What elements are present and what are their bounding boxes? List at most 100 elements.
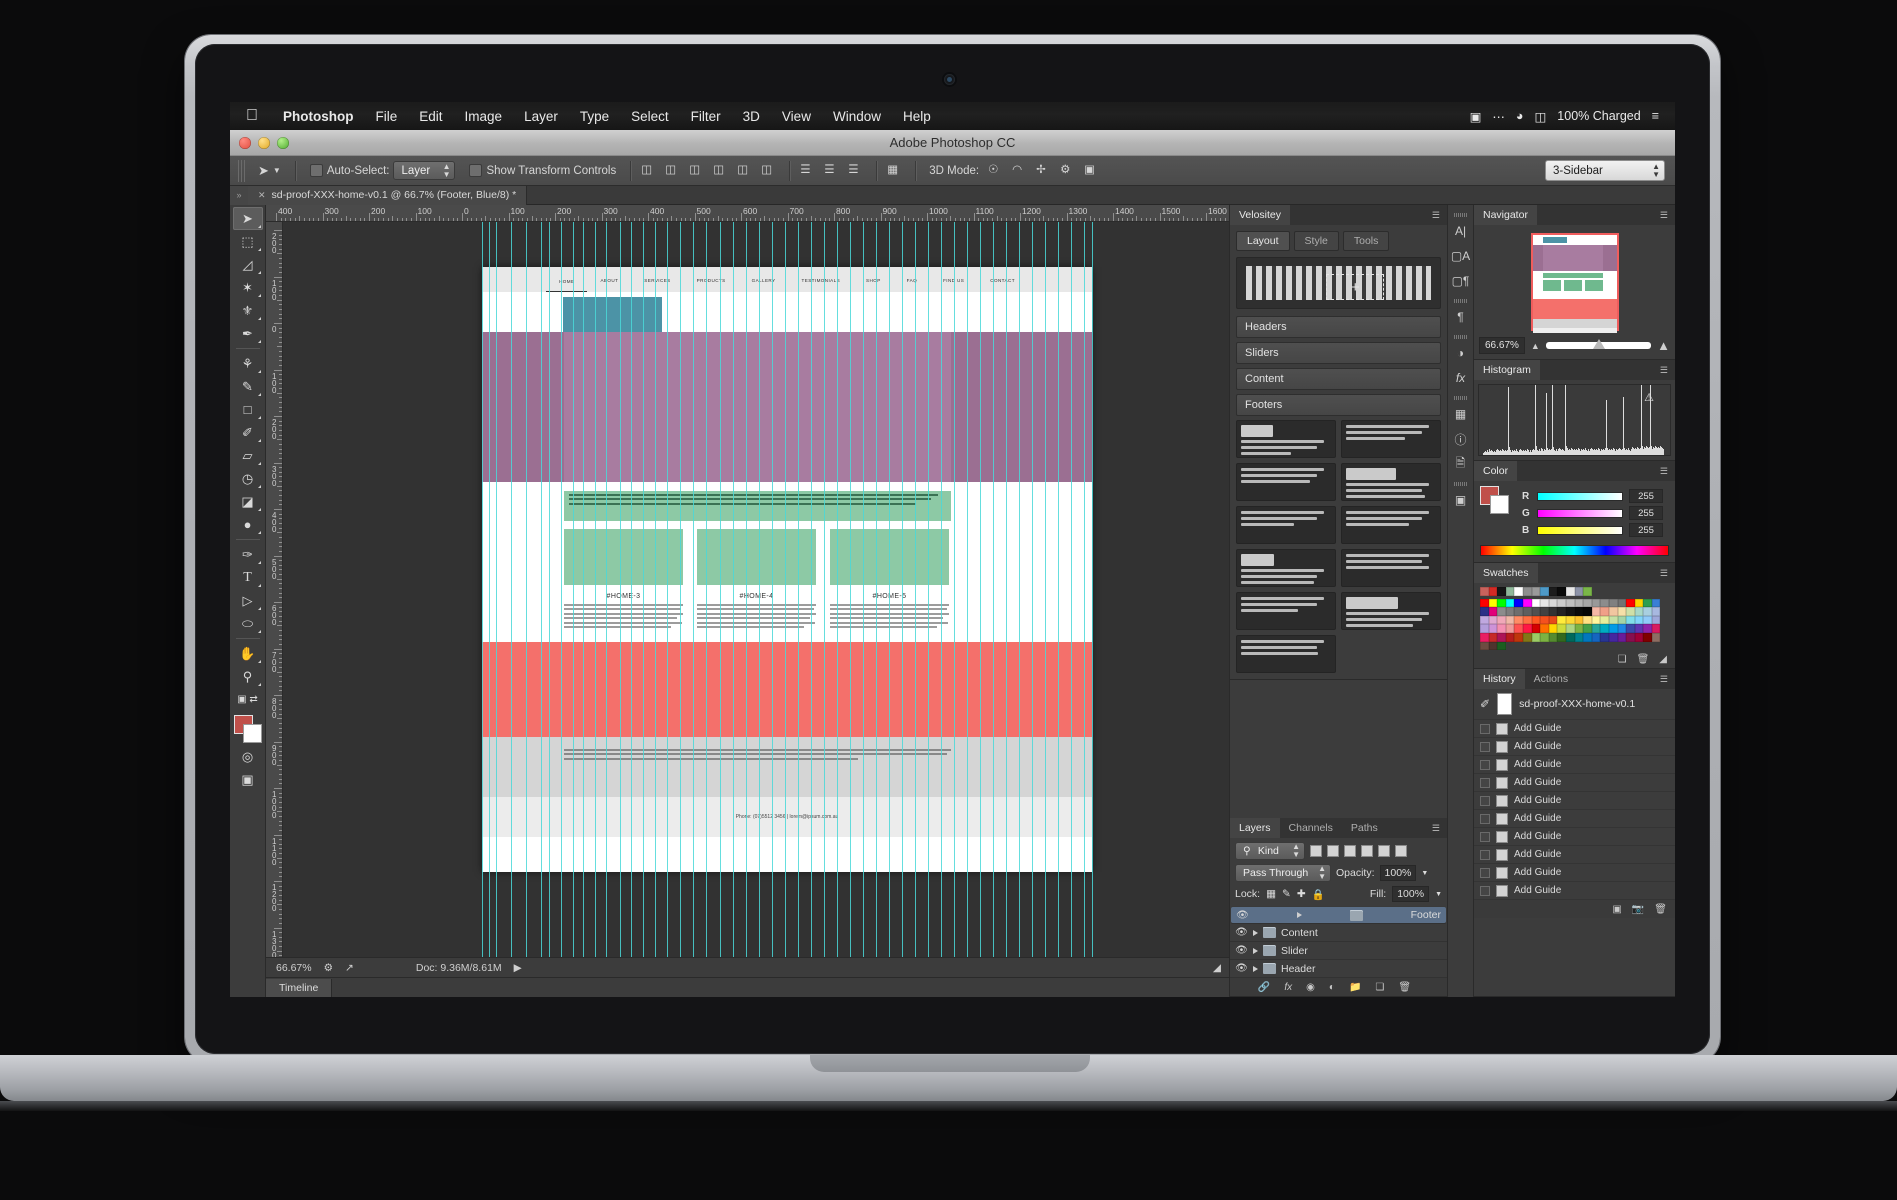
page-nav-products[interactable]: PRODUCTS — [684, 278, 739, 292]
swatch[interactable] — [1548, 615, 1558, 625]
velositey-template-card[interactable] — [1236, 463, 1336, 501]
velositey-tab-layout[interactable]: Layout — [1236, 231, 1290, 251]
paragraph-styles-icon[interactable]: ▢A — [1450, 245, 1472, 267]
crop-tool[interactable]: ⚜ — [233, 299, 263, 322]
panel-menu-icon[interactable]: ☰ — [1653, 360, 1675, 380]
swatch[interactable] — [1651, 615, 1661, 625]
swatch[interactable] — [1497, 607, 1506, 616]
menu-filter[interactable]: Filter — [680, 109, 732, 124]
path-selection-tool[interactable]: ▷ — [233, 589, 263, 612]
history-state-row[interactable]: Add Guide — [1474, 846, 1675, 865]
swatch[interactable] — [1626, 598, 1635, 608]
menu-image[interactable]: Image — [454, 109, 514, 124]
swatch[interactable] — [1505, 607, 1515, 616]
history-state-row[interactable]: Add Guide — [1474, 720, 1675, 739]
velositey-template-card[interactable] — [1341, 420, 1441, 458]
status-preview-icon[interactable]: ⚙ — [324, 962, 333, 974]
history-snapshot-checkbox[interactable] — [1480, 759, 1490, 770]
tab-swatches[interactable]: Swatches — [1474, 563, 1538, 583]
auto-select-dropdown[interactable]: Layer ▲ ▼ — [393, 161, 456, 180]
menu-view[interactable]: View — [771, 109, 822, 124]
navigator-zoom-value[interactable]: 66.67% — [1479, 337, 1525, 354]
history-snapshot-checkbox[interactable] — [1480, 849, 1490, 860]
swatch[interactable] — [1565, 632, 1575, 642]
workspace-switcher[interactable]: 3-Sidebar ▲ ▼ — [1545, 160, 1665, 181]
swatch[interactable] — [1600, 598, 1609, 608]
panel-menu-icon[interactable]: ☰ — [1653, 669, 1675, 689]
type-tool[interactable]: T — [233, 566, 263, 589]
swatch[interactable] — [1497, 624, 1506, 633]
swatch[interactable] — [1540, 615, 1549, 625]
minimize-button[interactable] — [258, 137, 270, 149]
filter-smart-object-icon[interactable] — [1378, 845, 1390, 857]
history-state-row[interactable]: Add Guide — [1474, 828, 1675, 847]
swatch[interactable] — [1505, 615, 1515, 625]
swatch[interactable] — [1583, 624, 1592, 633]
wifi-icon[interactable]: ◕ — [1516, 109, 1524, 123]
swatch[interactable] — [1514, 632, 1523, 642]
status-play-icon[interactable]: ▶ — [514, 962, 522, 974]
swatch[interactable] — [1600, 607, 1609, 616]
swatch[interactable] — [1497, 615, 1506, 625]
swatch[interactable] — [1626, 632, 1635, 642]
horizontal-ruler[interactable]: 400 300 200 100 0 100 200 300 400 500 600 700 800 900… — [266, 205, 1229, 222]
lock-image-icon[interactable]: ✎ — [1282, 888, 1291, 900]
swatch[interactable] — [1643, 598, 1652, 608]
velositey-template-card[interactable] — [1236, 420, 1336, 458]
background-color-swatch[interactable] — [1490, 495, 1509, 514]
new-document-from-state-icon[interactable]: ▣ — [1612, 904, 1621, 915]
dodge-tool[interactable]: ● — [233, 513, 263, 536]
velositey-template-card[interactable] — [1236, 506, 1336, 544]
swatch[interactable] — [1634, 632, 1644, 642]
swatch[interactable] — [1643, 632, 1652, 642]
opacity-stepper-icon[interactable]: ▼ — [1421, 870, 1428, 877]
tab-actions[interactable]: Actions — [1524, 669, 1578, 690]
swatch[interactable] — [1574, 587, 1584, 596]
fill-stepper-icon[interactable]: ▼ — [1435, 891, 1442, 898]
swatch[interactable] — [1583, 615, 1592, 625]
lock-transparent-icon[interactable]: ▦ — [1266, 888, 1276, 900]
swatch[interactable] — [1591, 598, 1601, 608]
magic-wand-tool[interactable]: ✶ — [233, 276, 263, 299]
swatch[interactable] — [1591, 632, 1601, 642]
history-state-row[interactable]: Add Guide — [1474, 756, 1675, 775]
swatch[interactable] — [1651, 624, 1661, 633]
swatch[interactable] — [1488, 598, 1498, 608]
new-layer-icon[interactable]: ❏ — [1375, 982, 1384, 993]
history-state-row[interactable]: Add Guide — [1474, 738, 1675, 757]
swatch[interactable] — [1651, 598, 1661, 608]
fx-icon[interactable]: fx — [1284, 982, 1292, 993]
velositey-section-headers[interactable]: Headers — [1236, 316, 1441, 338]
menu-window[interactable]: Window — [822, 109, 892, 124]
swatch[interactable] — [1608, 607, 1618, 616]
lock-all-icon[interactable]: 🔒 — [1312, 888, 1325, 901]
swatch[interactable] — [1522, 624, 1532, 633]
velositey-section-content[interactable]: Content — [1236, 368, 1441, 390]
swatch[interactable] — [1497, 641, 1506, 651]
velositey-template-card[interactable] — [1236, 549, 1336, 587]
swatch[interactable] — [1591, 624, 1601, 633]
blend-mode-dropdown[interactable]: Pass Through ▲ ▼ — [1235, 864, 1331, 882]
swatch[interactable] — [1531, 615, 1541, 625]
align-right-edges-icon[interactable]: ◫ — [689, 162, 707, 180]
brush-tool[interactable]: ✎ — [233, 375, 263, 398]
swatch[interactable] — [1548, 632, 1558, 642]
swatch[interactable] — [1600, 632, 1609, 642]
layer-visibility-icon[interactable]: 👁 — [1236, 910, 1249, 921]
swatch[interactable] — [1531, 624, 1541, 633]
swatch[interactable] — [1557, 607, 1566, 616]
auto-select-checkbox[interactable] — [309, 164, 323, 177]
swatch[interactable] — [1540, 632, 1549, 642]
eraser-tool[interactable]: ▱ — [233, 444, 263, 467]
blur-tool[interactable]: ◪ — [233, 490, 263, 513]
edit-in-quick-mask-icon[interactable]: ◎ — [233, 745, 263, 768]
swatches-grid[interactable] — [1480, 598, 1669, 651]
tab-navigator[interactable]: Navigator — [1474, 205, 1537, 225]
3d-slide-icon[interactable]: ⚙ — [1060, 162, 1078, 180]
expand-triangle-icon[interactable] — [1253, 929, 1258, 936]
healing-brush-tool[interactable]: ⚘ — [233, 352, 263, 375]
swatch[interactable] — [1548, 624, 1558, 633]
dock-grip[interactable] — [1453, 396, 1468, 400]
histogram-graph[interactable]: ⚠ — [1478, 384, 1671, 456]
move-tool[interactable]: ➤ — [232, 207, 263, 230]
